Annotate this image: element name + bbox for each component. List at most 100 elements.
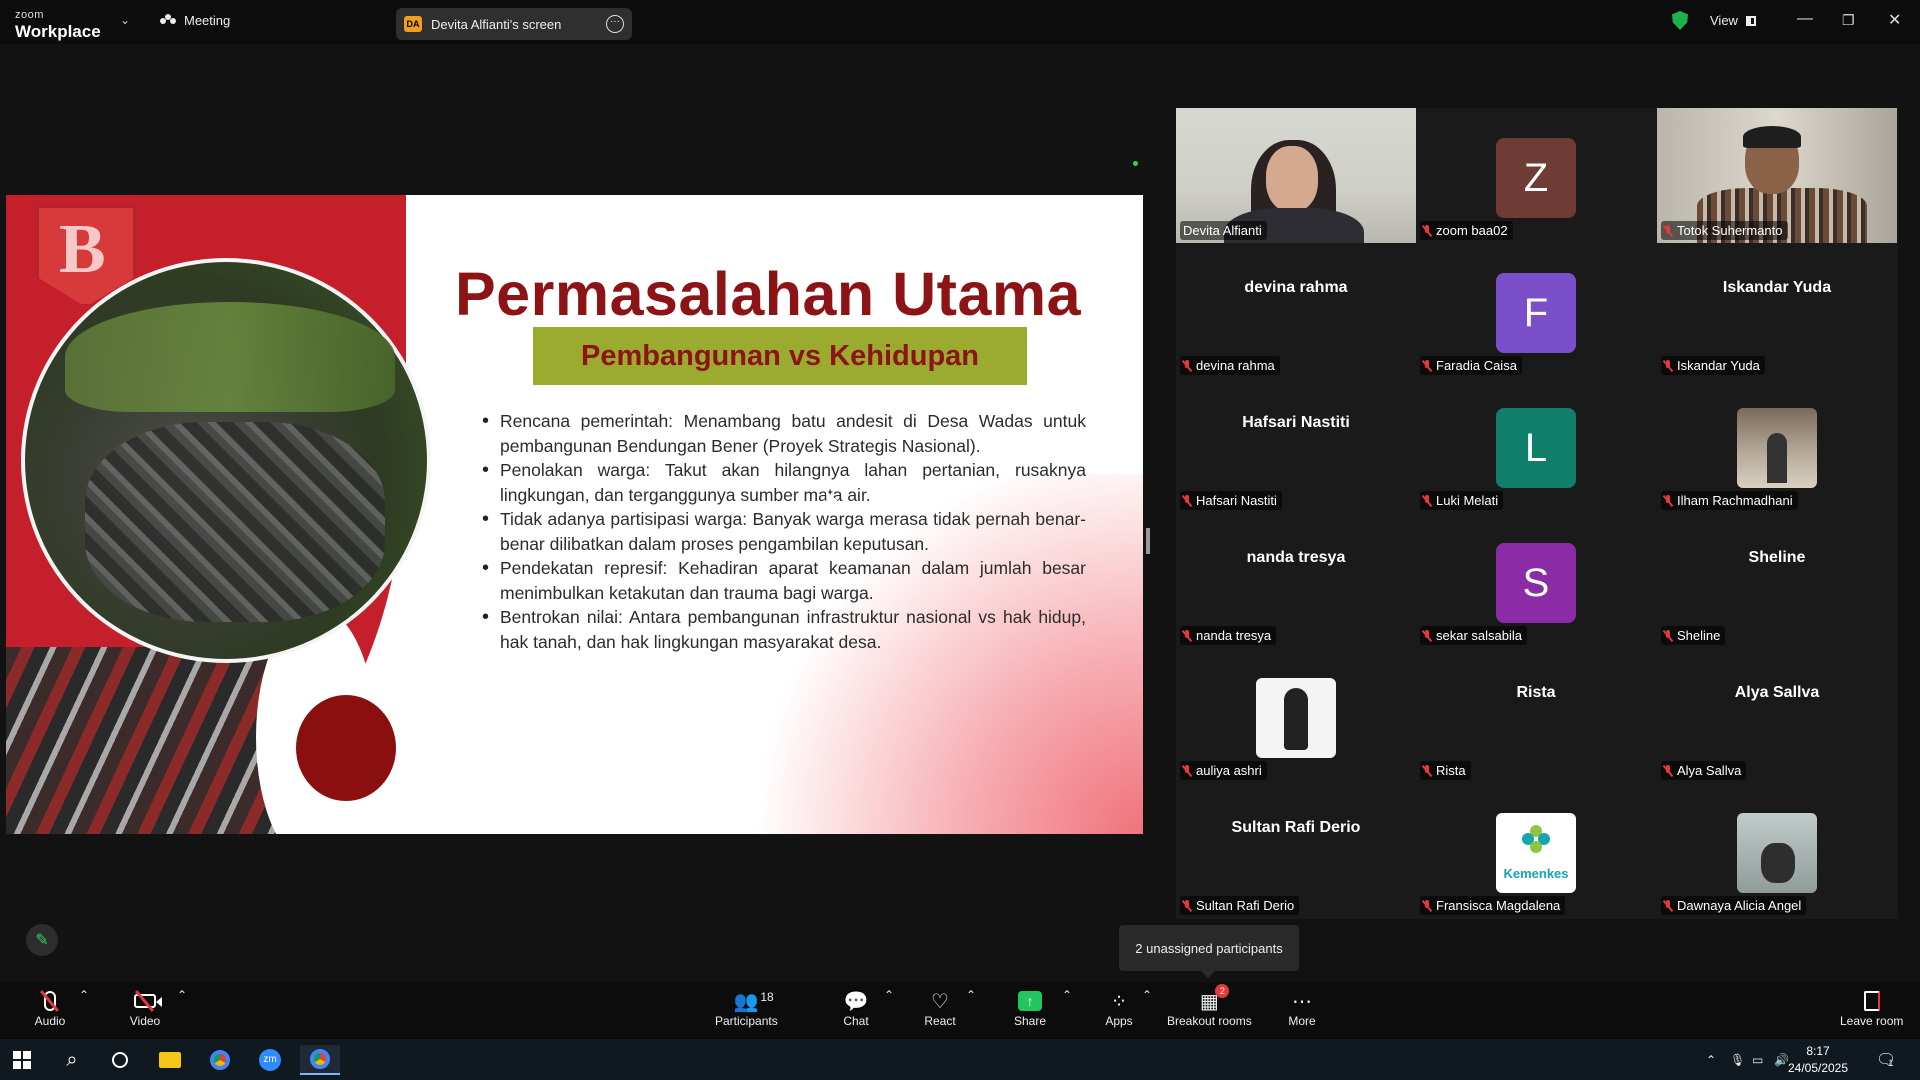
- microphone-muted-icon: [1664, 900, 1672, 911]
- mic-tray-icon[interactable]: 🎙: [1730, 1039, 1745, 1080]
- microphone-muted-icon: [1423, 765, 1431, 776]
- apps-icon: ⁘: [1110, 990, 1128, 1013]
- annotate-pencil-icon[interactable]: ✎: [26, 924, 58, 956]
- meeting-menu-button[interactable]: Meeting: [160, 13, 230, 28]
- notifications-icon[interactable]: 🗨 1: [1876, 1039, 1896, 1080]
- chevron-down-icon[interactable]: ⌄: [120, 13, 130, 27]
- share-button[interactable]: ↑ Share: [1014, 988, 1046, 1028]
- participant-tile[interactable]: auliya ashri: [1176, 648, 1416, 783]
- leave-room-button[interactable]: Leave room: [1840, 988, 1903, 1028]
- zoom-logo[interactable]: zoom Workplace: [15, 6, 101, 41]
- react-button[interactable]: ♡ React: [924, 988, 956, 1029]
- participant-profile-picture: [1737, 813, 1817, 893]
- participant-tile[interactable]: Dawnaya Alicia Angel: [1657, 783, 1897, 918]
- participant-display-name: Iskandar Yuda: [1722, 279, 1832, 296]
- participant-tile[interactable]: Totok Suhermanto: [1657, 108, 1897, 243]
- chat-options-caret-icon[interactable]: ⌃: [884, 988, 894, 1002]
- participant-name-label: Devita Alfianti: [1180, 221, 1267, 240]
- logo-bottom-text: Workplace: [15, 22, 101, 41]
- participant-tile[interactable]: Kemenkes Fransisca Magdalena: [1416, 783, 1656, 918]
- more-options-icon[interactable]: ···: [606, 15, 624, 33]
- video-button[interactable]: Video: [129, 988, 162, 1028]
- participant-display-name: Sheline: [1748, 549, 1806, 566]
- camera-off-icon: [129, 988, 162, 1014]
- react-options-caret-icon[interactable]: ⌃: [966, 988, 976, 1002]
- unassigned-participants-tooltip[interactable]: 2 unassigned participants: [1119, 925, 1299, 978]
- microphone-muted-icon: [1423, 360, 1431, 371]
- participant-tile[interactable]: L Luki Melati: [1416, 378, 1656, 513]
- encryption-shield-icon[interactable]: [1672, 11, 1688, 30]
- participant-tile[interactable]: F Faradia Caisa: [1416, 243, 1656, 378]
- microphone-muted-icon: [1423, 495, 1431, 506]
- participant-tile[interactable]: Devita Alfianti: [1176, 108, 1416, 243]
- panel-resize-handle[interactable]: [1146, 528, 1150, 554]
- participant-avatar: F: [1496, 273, 1576, 353]
- chrome-active-icon[interactable]: [300, 1045, 340, 1075]
- participant-tile[interactable]: nanda tresya nanda tresya: [1176, 513, 1416, 648]
- participant-name: Devita Alfianti: [1183, 223, 1262, 238]
- leave-icon: [1856, 988, 1888, 1014]
- participant-name-label: Faradia Caisa: [1420, 356, 1522, 375]
- file-explorer-icon[interactable]: [150, 1045, 190, 1075]
- participant-name-label: zoom baa02: [1420, 221, 1513, 240]
- microphone-muted-icon: [1183, 360, 1191, 371]
- participant-name-label: Fransisca Magdalena: [1420, 896, 1566, 915]
- participant-tile[interactable]: Sultan Rafi Derio Sultan Rafi Derio: [1176, 783, 1416, 918]
- participant-name: Rista: [1436, 763, 1466, 778]
- screen-share-indicator[interactable]: DA Devita Alfianti's screen ···: [396, 8, 632, 40]
- screen-share-label: Devita Alfianti's screen: [431, 16, 562, 32]
- participant-tile[interactable]: Hafsari Nastiti Hafsari Nastiti: [1176, 378, 1416, 513]
- start-button[interactable]: [2, 1045, 42, 1075]
- task-view-icon[interactable]: [100, 1045, 140, 1075]
- participant-name-label: sekar salsabila: [1420, 626, 1527, 645]
- participant-display-name: Rista: [1516, 684, 1556, 701]
- participant-tile[interactable]: Sheline Sheline: [1657, 513, 1897, 648]
- show-hidden-icons-icon[interactable]: ⌃: [1706, 1039, 1716, 1080]
- apps-button[interactable]: ⁘ Apps: [1103, 988, 1135, 1029]
- microphone-muted-icon: [1664, 765, 1672, 776]
- audio-button[interactable]: Audio: [34, 988, 66, 1028]
- search-icon[interactable]: ⌕: [52, 1045, 92, 1075]
- breakout-rooms-button[interactable]: ▦ 2 Breakout rooms: [1167, 984, 1252, 1028]
- participant-name: Iskandar Yuda: [1677, 358, 1760, 373]
- participants-count: 18: [760, 990, 774, 1004]
- network-tray-icon[interactable]: ▭: [1752, 1039, 1763, 1080]
- participant-tile[interactable]: Iskandar Yuda Iskandar Yuda: [1657, 243, 1897, 378]
- restore-button[interactable]: ❐: [1842, 12, 1855, 29]
- participant-tile[interactable]: Zzoom baa02: [1416, 108, 1656, 243]
- video-options-caret-icon[interactable]: ⌃: [177, 988, 187, 1002]
- participant-name: Sheline: [1677, 628, 1721, 643]
- participant-name: devina rahma: [1196, 358, 1275, 373]
- microphone-muted-icon: [1664, 360, 1672, 371]
- photo-crowd: [85, 422, 385, 622]
- microphone-muted-icon: [1664, 495, 1672, 506]
- kemenkes-logo: Kemenkes: [1496, 813, 1576, 893]
- share-options-caret-icon[interactable]: ⌃: [1062, 988, 1072, 1002]
- chat-button[interactable]: 💬 Chat: [840, 988, 872, 1029]
- view-button[interactable]: View: [1710, 13, 1756, 28]
- view-layout-icon: [1745, 15, 1756, 26]
- chrome-icon[interactable]: [200, 1045, 240, 1075]
- slide-bullet: Pendekatan represif: Kehadiran aparat ke…: [482, 556, 1086, 605]
- participant-profile-picture: [1256, 678, 1336, 758]
- zoom-taskbar-icon[interactable]: zm: [250, 1045, 290, 1075]
- participant-tile[interactable]: devina rahma devina rahma: [1176, 243, 1416, 378]
- more-button[interactable]: ⋯ More: [1286, 988, 1318, 1029]
- participant-name-label: Hafsari Nastiti: [1180, 491, 1282, 510]
- close-button[interactable]: ✕: [1888, 10, 1901, 30]
- participant-name: Luki Melati: [1436, 493, 1499, 508]
- photo-foliage: [65, 302, 395, 412]
- system-clock[interactable]: 8:17 24/05/2025: [1786, 1043, 1850, 1077]
- audio-options-caret-icon[interactable]: ⌃: [79, 988, 89, 1002]
- participant-tile[interactable]: Rista Rista: [1416, 648, 1656, 783]
- participants-button[interactable]: 👥 18 Participants: [715, 988, 778, 1028]
- participants-label: Participants: [715, 1014, 778, 1028]
- participant-tile[interactable]: Ilham Rachmadhani: [1657, 378, 1897, 513]
- minimize-button[interactable]: —: [1797, 10, 1813, 28]
- participant-profile-picture: [1737, 408, 1817, 488]
- participant-name-label: Ilham Rachmadhani: [1661, 491, 1798, 510]
- participant-tile[interactable]: Ssekar salsabila: [1416, 513, 1656, 648]
- participant-tile[interactable]: Alya Sallva Alya Sallva: [1657, 648, 1897, 783]
- participant-display-name: devina rahma: [1244, 279, 1348, 296]
- apps-options-caret-icon[interactable]: ⌃: [1142, 988, 1152, 1002]
